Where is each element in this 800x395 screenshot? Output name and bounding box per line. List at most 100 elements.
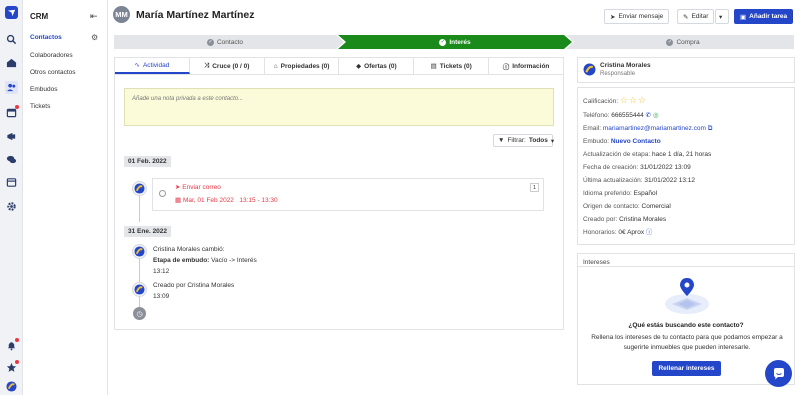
send-message-button[interactable]: ➤ Enviar mensaje — [604, 9, 670, 24]
user-avatar-icon — [132, 282, 147, 297]
created-by-row: Creado por: Cristina Morales — [583, 216, 667, 223]
stage-contacto[interactable]: ✓ Contacto — [114, 35, 336, 49]
private-note-input[interactable]: Añade una nota privada a este contacto..… — [124, 88, 554, 126]
tag-icon: ◆ — [356, 63, 362, 70]
check-icon: ✓ — [206, 38, 214, 46]
email-link[interactable]: mariamartinez@mariamartinez.com — [603, 125, 706, 132]
owner-role: Responsable — [600, 71, 636, 77]
user-avatar-icon — [583, 63, 596, 76]
date-badge: 31 Ene. 2022 — [124, 226, 172, 237]
user-avatar-icon — [132, 181, 147, 196]
notification-dot — [15, 360, 19, 364]
date-badge: 01 Feb. 2022 — [124, 156, 171, 167]
calendar-icon[interactable] — [5, 105, 19, 119]
gear-icon[interactable]: ⚙ — [91, 33, 98, 42]
info-icon: ⓘ — [502, 64, 510, 71]
sidebar-item-colaboradores[interactable]: Colaboradores — [30, 52, 73, 59]
notification-dot — [15, 338, 19, 342]
edit-dropdown-button[interactable]: ▾ — [715, 9, 729, 24]
collapse-sidebar-icon[interactable]: ⇤ — [90, 11, 98, 22]
filter-dropdown[interactable]: ▼ Filtrar: Todos ▾ — [493, 134, 555, 147]
tab-actividad[interactable]: ∿ Actividad — [115, 58, 190, 74]
pencil-icon: ✎ — [683, 13, 689, 21]
user-avatar-icon[interactable] — [5, 380, 18, 393]
megaphone-icon[interactable] — [5, 130, 18, 143]
task-count-badge[interactable]: 1 — [530, 183, 539, 192]
properties-icon[interactable] — [5, 56, 18, 69]
owner-card: Cristina Morales Responsable — [577, 57, 795, 83]
user-avatar-icon — [132, 244, 147, 259]
chevron-down-icon: ▾ — [550, 137, 555, 145]
timeline-line — [139, 250, 140, 312]
sidebar-item-embudos[interactable]: Embudos — [30, 86, 57, 93]
notification-dot — [15, 105, 19, 109]
funnel-stages: ✓ Contacto ✓ Interés ✓ Compra — [114, 35, 794, 49]
tab-ofertas[interactable]: ◆ Ofertas (0) — [339, 58, 415, 74]
send-icon: ➤ — [175, 184, 181, 191]
interests-card: Intereses ¿Qué estás buscando este conta… — [577, 253, 795, 385]
sidebar-title: CRM — [30, 12, 49, 21]
tab-cruce[interactable]: ⤨ Cruce (0 / 0) — [190, 58, 265, 74]
language-row: Idioma preferido: Español — [583, 190, 658, 197]
funnel-row: Embudo: Nuevo Contacto — [583, 138, 661, 145]
sidebar-item-contactos[interactable]: Contactos — [30, 34, 62, 41]
phone-row: Teléfono: 666555444 ✆ ◎ — [583, 112, 659, 119]
rating-row: Calificación: ☆☆☆ — [583, 95, 648, 105]
phone-icon[interactable]: ✆ — [646, 112, 651, 119]
activity-panel: ∿ Actividad ⤨ Cruce (0 / 0) ⌂ Propiedades (… — [114, 57, 564, 330]
timeline-event-change: Cristina Morales cambió: Etapa de embudo… — [153, 246, 257, 275]
task-checkbox[interactable] — [159, 190, 166, 197]
funnel-link[interactable]: Nuevo Contacto — [611, 138, 661, 145]
add-task-button[interactable]: ▣ Añadir tarea — [734, 9, 794, 24]
activity-icon: ∿ — [134, 62, 140, 69]
main-content: MM María Martínez Martínez ➤ Enviar mensa… — [108, 0, 800, 395]
chat-icon — [773, 367, 784, 379]
search-icon[interactable] — [5, 33, 18, 46]
shuffle-icon: ⤨ — [204, 62, 210, 69]
home-icon: ⌂ — [273, 62, 278, 70]
chevron-down-icon: ▾ — [719, 13, 723, 21]
task-card[interactable]: ➤ Enviar correo ▦ Mar, 01 Feb 2022 13:15… — [152, 178, 544, 211]
contacts-icon[interactable] — [5, 81, 18, 94]
sidebar-item-tickets[interactable]: Tickets — [30, 103, 50, 110]
info-icon[interactable]: ⓘ — [646, 229, 653, 236]
send-icon: ➤ — [610, 13, 616, 21]
stage-update-row: Actualización de etapa: hace 1 día, 21 h… — [583, 151, 712, 158]
contact-name: María Martínez Martínez — [136, 9, 255, 21]
email-row: Email: mariamartinez@mariamartinez.com ⧉ — [583, 125, 713, 132]
star-icon[interactable] — [5, 360, 19, 374]
settings-icon[interactable] — [5, 200, 18, 213]
whatsapp-icon[interactable]: ◎ — [653, 112, 659, 119]
tab-tickets[interactable]: ▤ Tickets (0) — [414, 58, 490, 74]
filter-icon: ▼ — [498, 137, 505, 144]
timeline-event-created: Creado por Cristina Morales 13:09 — [153, 282, 235, 300]
support-chat-button[interactable] — [765, 360, 792, 387]
chat-icon[interactable] — [5, 153, 18, 166]
rating-stars-icon[interactable]: ☆☆☆ — [620, 95, 647, 105]
stage-interes[interactable]: ✓ Interés — [344, 35, 566, 49]
fill-interests-button[interactable]: Rellenar intereses — [652, 361, 721, 376]
stage-compra[interactable]: ✓ Compra — [572, 35, 794, 49]
check-icon: ✓ — [666, 38, 674, 46]
edit-button[interactable]: ✎ Editar — [677, 9, 715, 24]
more-options-icon[interactable]: ⋮ — [788, 11, 797, 22]
task-datetime: ▦ Mar, 01 Feb 2022 13:15 - 13:30 — [175, 197, 278, 204]
window-icon[interactable] — [5, 176, 18, 189]
clock-icon: ◷ — [133, 307, 146, 320]
last-update-row: Última actualización: 31/01/2022 13:12 — [583, 177, 696, 184]
tab-propiedades[interactable]: ⌂ Propiedades (0) — [265, 58, 340, 74]
interests-description: Rellena los intereses de tu contacto par… — [591, 334, 783, 351]
tab-informacion[interactable]: ⓘ Información — [489, 58, 563, 74]
sidebar-item-otros-contactos[interactable]: Otros contactos — [30, 69, 76, 76]
created-date-row: Fecha de creación: 31/01/2022 13:09 — [583, 164, 691, 171]
map-pin-illustration-icon — [662, 274, 712, 316]
bell-icon[interactable] — [5, 338, 19, 352]
origin-row: Origen de contacto: Comercial — [583, 203, 671, 210]
contact-avatar: MM — [113, 6, 130, 23]
app-logo-icon[interactable] — [5, 6, 18, 19]
calendar-icon: ▦ — [175, 197, 182, 204]
copy-icon[interactable]: ⧉ — [708, 125, 713, 132]
ticket-icon: ▤ — [430, 63, 437, 70]
contact-details-card: Calificación: ☆☆☆ Teléfono: 666555444 ✆ … — [577, 87, 795, 245]
task-title[interactable]: ➤ Enviar correo — [175, 182, 221, 193]
